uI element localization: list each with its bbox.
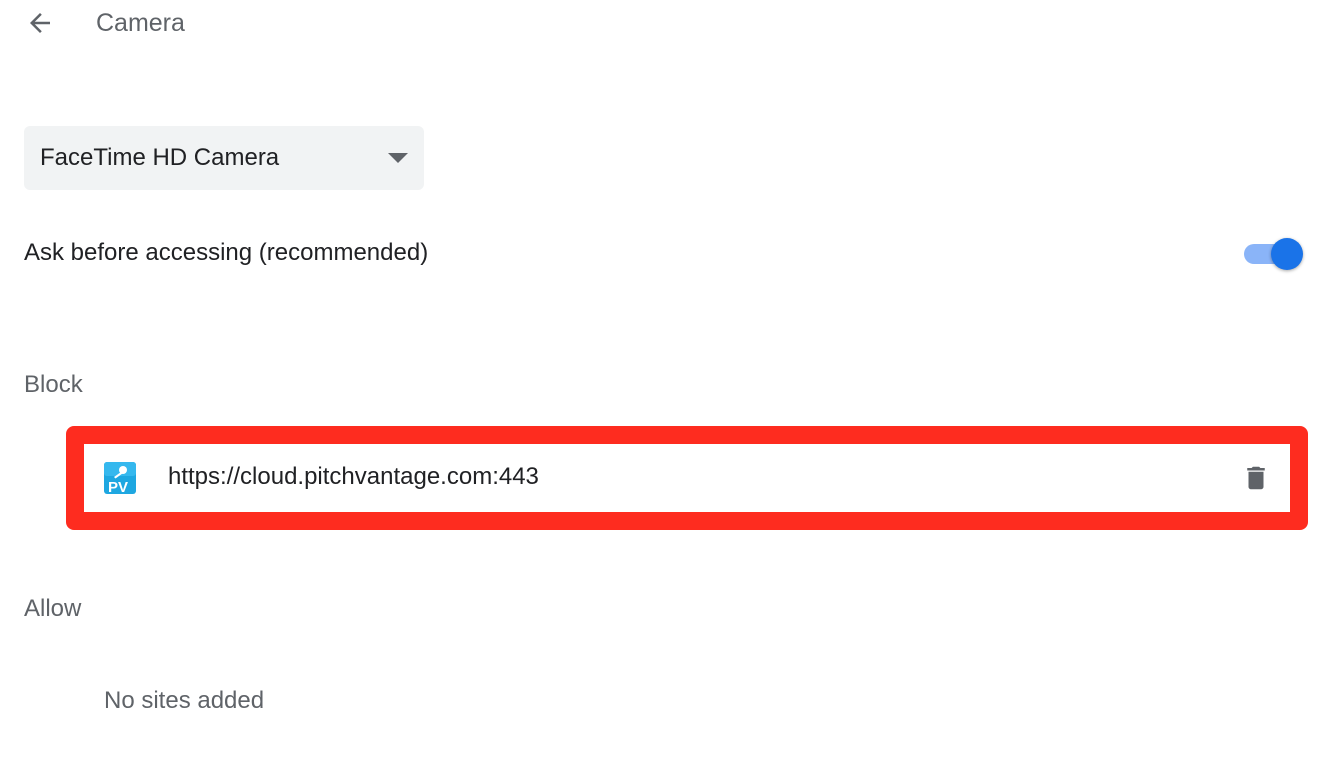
blocked-site-url[interactable]: https://cloud.pitchvantage.com:443 [168,462,539,492]
trash-icon [1247,466,1265,490]
pv-favicon-icon: PV [104,462,136,494]
delete-site-button[interactable] [1238,460,1274,496]
camera-settings-page: Camera FaceTime HD Camera Ask before acc… [0,0,1322,774]
page-title: Camera [96,9,185,37]
allow-empty-text: No sites added [104,687,265,714]
camera-device-select[interactable]: FaceTime HD Camera [24,126,424,190]
ask-before-accessing-label: Ask before accessing (recommended) [24,239,429,266]
camera-device-value: FaceTime HD Camera [40,144,280,171]
blocked-site-row[interactable]: PV https://cloud.pitchvantage.com:443 [84,444,1290,512]
ask-before-accessing-toggle[interactable] [1242,236,1306,272]
chevron-down-icon [388,153,408,163]
allow-section-heading: Allow [24,595,82,622]
toggle-knob [1271,238,1303,270]
block-section-heading: Block [24,371,83,398]
arrow-back-icon [30,13,50,33]
page-header: Camera [0,0,1322,46]
svg-text:PV: PV [108,479,128,494]
ask-before-accessing-row: Ask before accessing (recommended) [24,228,1306,280]
back-button[interactable] [20,4,60,42]
